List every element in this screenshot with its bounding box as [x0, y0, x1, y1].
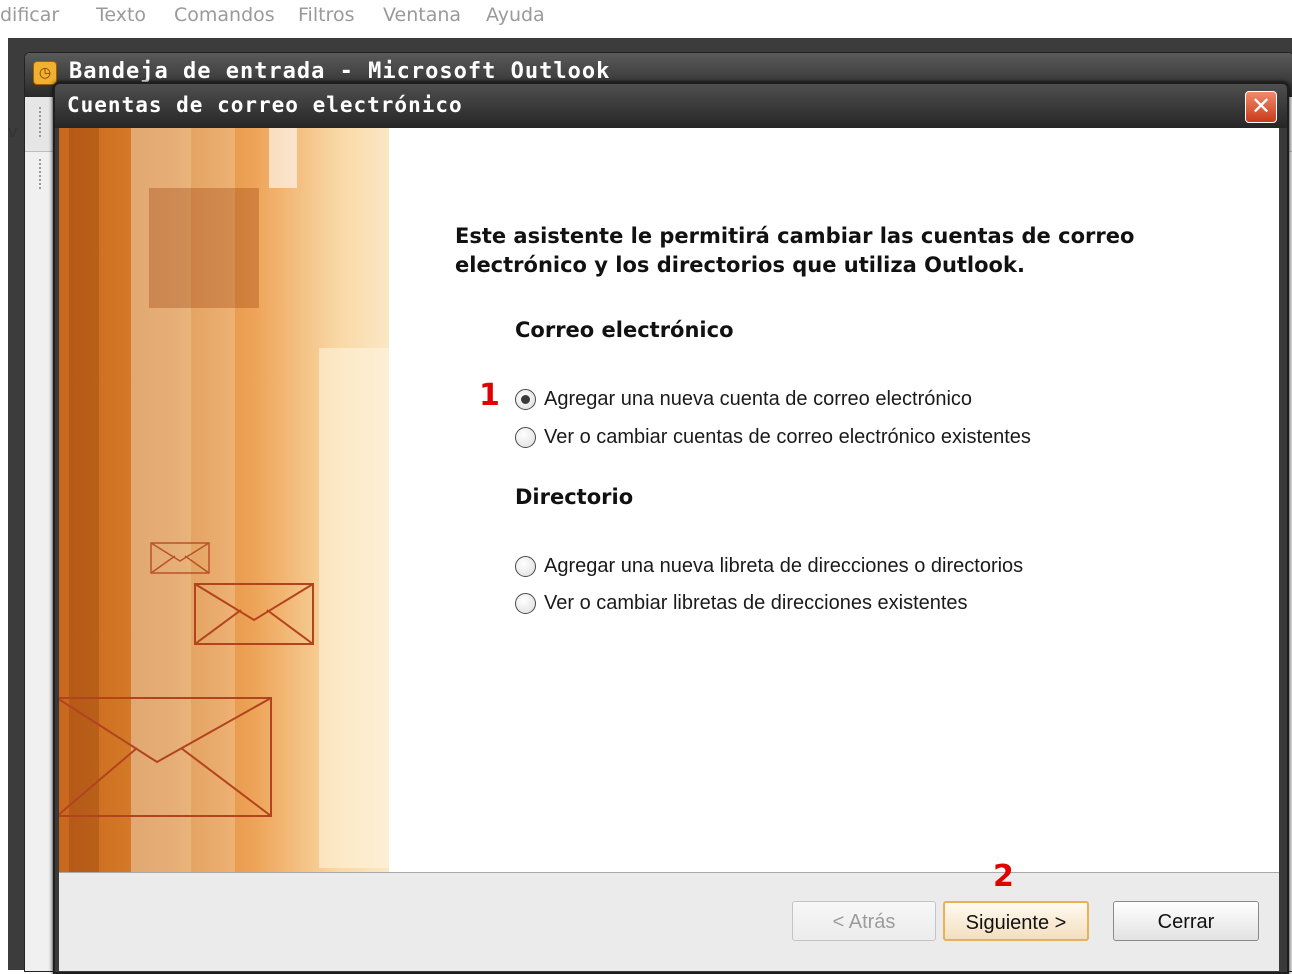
menu-item-ventana[interactable]: Ventana [383, 4, 461, 26]
close-icon[interactable]: ✕ [1245, 91, 1277, 123]
radio-label: Agregar una nueva cuenta de correo elect… [544, 387, 973, 410]
annotation-mark-2: 2 [993, 859, 1014, 894]
menu-item-modificar[interactable]: dificar [0, 4, 59, 26]
radio-label: Ver o cambiar cuentas de correo electrón… [544, 425, 1031, 448]
wizard-side-graphic [59, 128, 389, 872]
directory-section-title: Directorio [515, 485, 634, 509]
outlook-title: Bandeja de entrada - Microsoft Outlook [69, 59, 611, 84]
close-button[interactable]: Cerrar [1113, 901, 1259, 941]
radio-label: Agregar una nueva libreta de direcciones… [544, 554, 1024, 577]
wizard-heading: Este asistente le permitirá cambiar las … [455, 224, 1135, 277]
radio-button[interactable] [515, 555, 536, 577]
menu-item-comandos[interactable]: Comandos [174, 4, 275, 26]
email-section-title: Correo electrónico [515, 318, 734, 342]
radio-button[interactable] [515, 426, 536, 448]
radio-label: Ver o cambiar libretas de direcciones ex… [544, 591, 968, 614]
app-menubar: dificar Texto Comandos Filtros Ventana A… [0, 0, 1292, 38]
dialog-titlebar: Cuentas de correo electrónico ✕ [55, 84, 1287, 128]
email-accounts-dialog: Cuentas de correo electrónico ✕ Este asi… [53, 82, 1289, 974]
toolbar-grip[interactable] [39, 107, 45, 137]
outlook-clock-icon: ◷ [33, 61, 57, 85]
radio-add-email-account[interactable]: Agregar una nueva cuenta de correo elect… [515, 384, 972, 414]
radio-button[interactable] [515, 592, 536, 614]
back-button[interactable]: < Atrás [792, 901, 936, 941]
menu-item-filtros[interactable]: Filtros [298, 4, 354, 26]
outlook-left-letter: v [8, 122, 18, 141]
menu-item-texto[interactable]: Texto [96, 4, 146, 26]
dialog-footer: 2 < Atrás Siguiente > Cerrar [59, 859, 1279, 971]
menu-item-ayuda[interactable]: Ayuda [486, 4, 545, 26]
radio-view-email-accounts[interactable]: Ver o cambiar cuentas de correo electrón… [515, 422, 1031, 452]
toolbar-grip-2[interactable] [39, 159, 45, 189]
radio-view-directories[interactable]: Ver o cambiar libretas de direcciones ex… [515, 588, 968, 618]
radio-add-directory[interactable]: Agregar una nueva libreta de direcciones… [515, 551, 1023, 581]
dialog-body: Este asistente le permitirá cambiar las … [59, 128, 1279, 872]
radio-button-checked[interactable] [515, 388, 536, 410]
annotation-mark-1: 1 [479, 378, 500, 413]
next-button[interactable]: Siguiente > [943, 901, 1089, 941]
envelope-graphics [59, 542, 314, 817]
dialog-title: Cuentas de correo electrónico [67, 93, 463, 117]
